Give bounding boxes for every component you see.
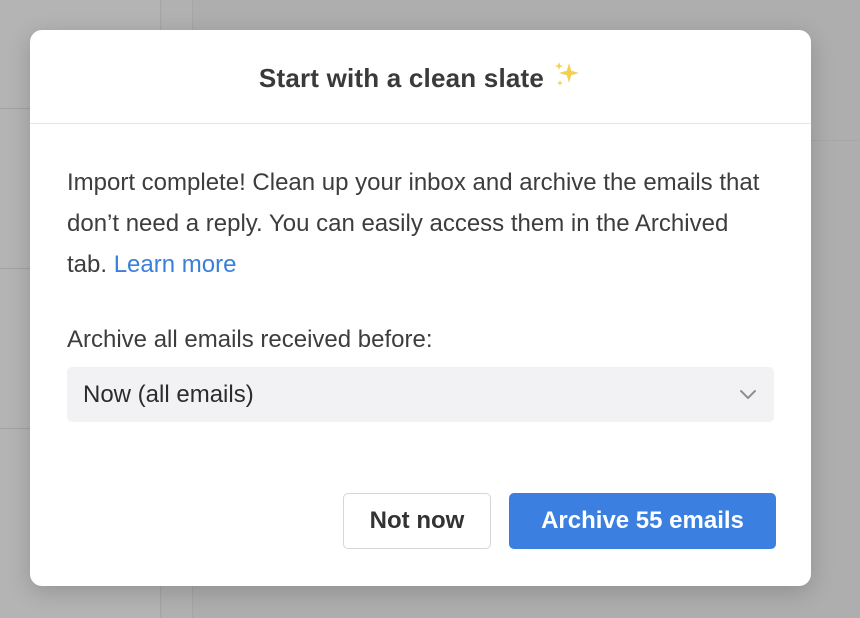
dialog-footer: Not now Archive 55 emails bbox=[343, 493, 776, 549]
learn-more-link[interactable]: Learn more bbox=[114, 251, 237, 278]
archive-emails-button[interactable]: Archive 55 emails bbox=[509, 493, 776, 549]
dialog-title-text: Start with a clean slate bbox=[258, 62, 545, 93]
dialog-body: Import complete! Clean up your inbox and… bbox=[30, 124, 811, 422]
sparkles-icon bbox=[552, 60, 582, 94]
dialog-title: Start with a clean slate bbox=[259, 60, 582, 94]
dialog-description: Import complete! Clean up your inbox and… bbox=[67, 162, 774, 285]
dialog-header: Start with a clean slate bbox=[30, 30, 811, 124]
archive-before-label: Archive all emails received before: bbox=[67, 326, 433, 353]
select-value: Now (all emails) bbox=[83, 380, 254, 408]
archive-dialog: Start with a clean slate Import complete… bbox=[30, 30, 811, 586]
not-now-button[interactable]: Not now bbox=[343, 493, 491, 549]
archive-before-select[interactable]: Now (all emails) bbox=[67, 367, 774, 422]
chevron-down-icon bbox=[738, 389, 758, 401]
